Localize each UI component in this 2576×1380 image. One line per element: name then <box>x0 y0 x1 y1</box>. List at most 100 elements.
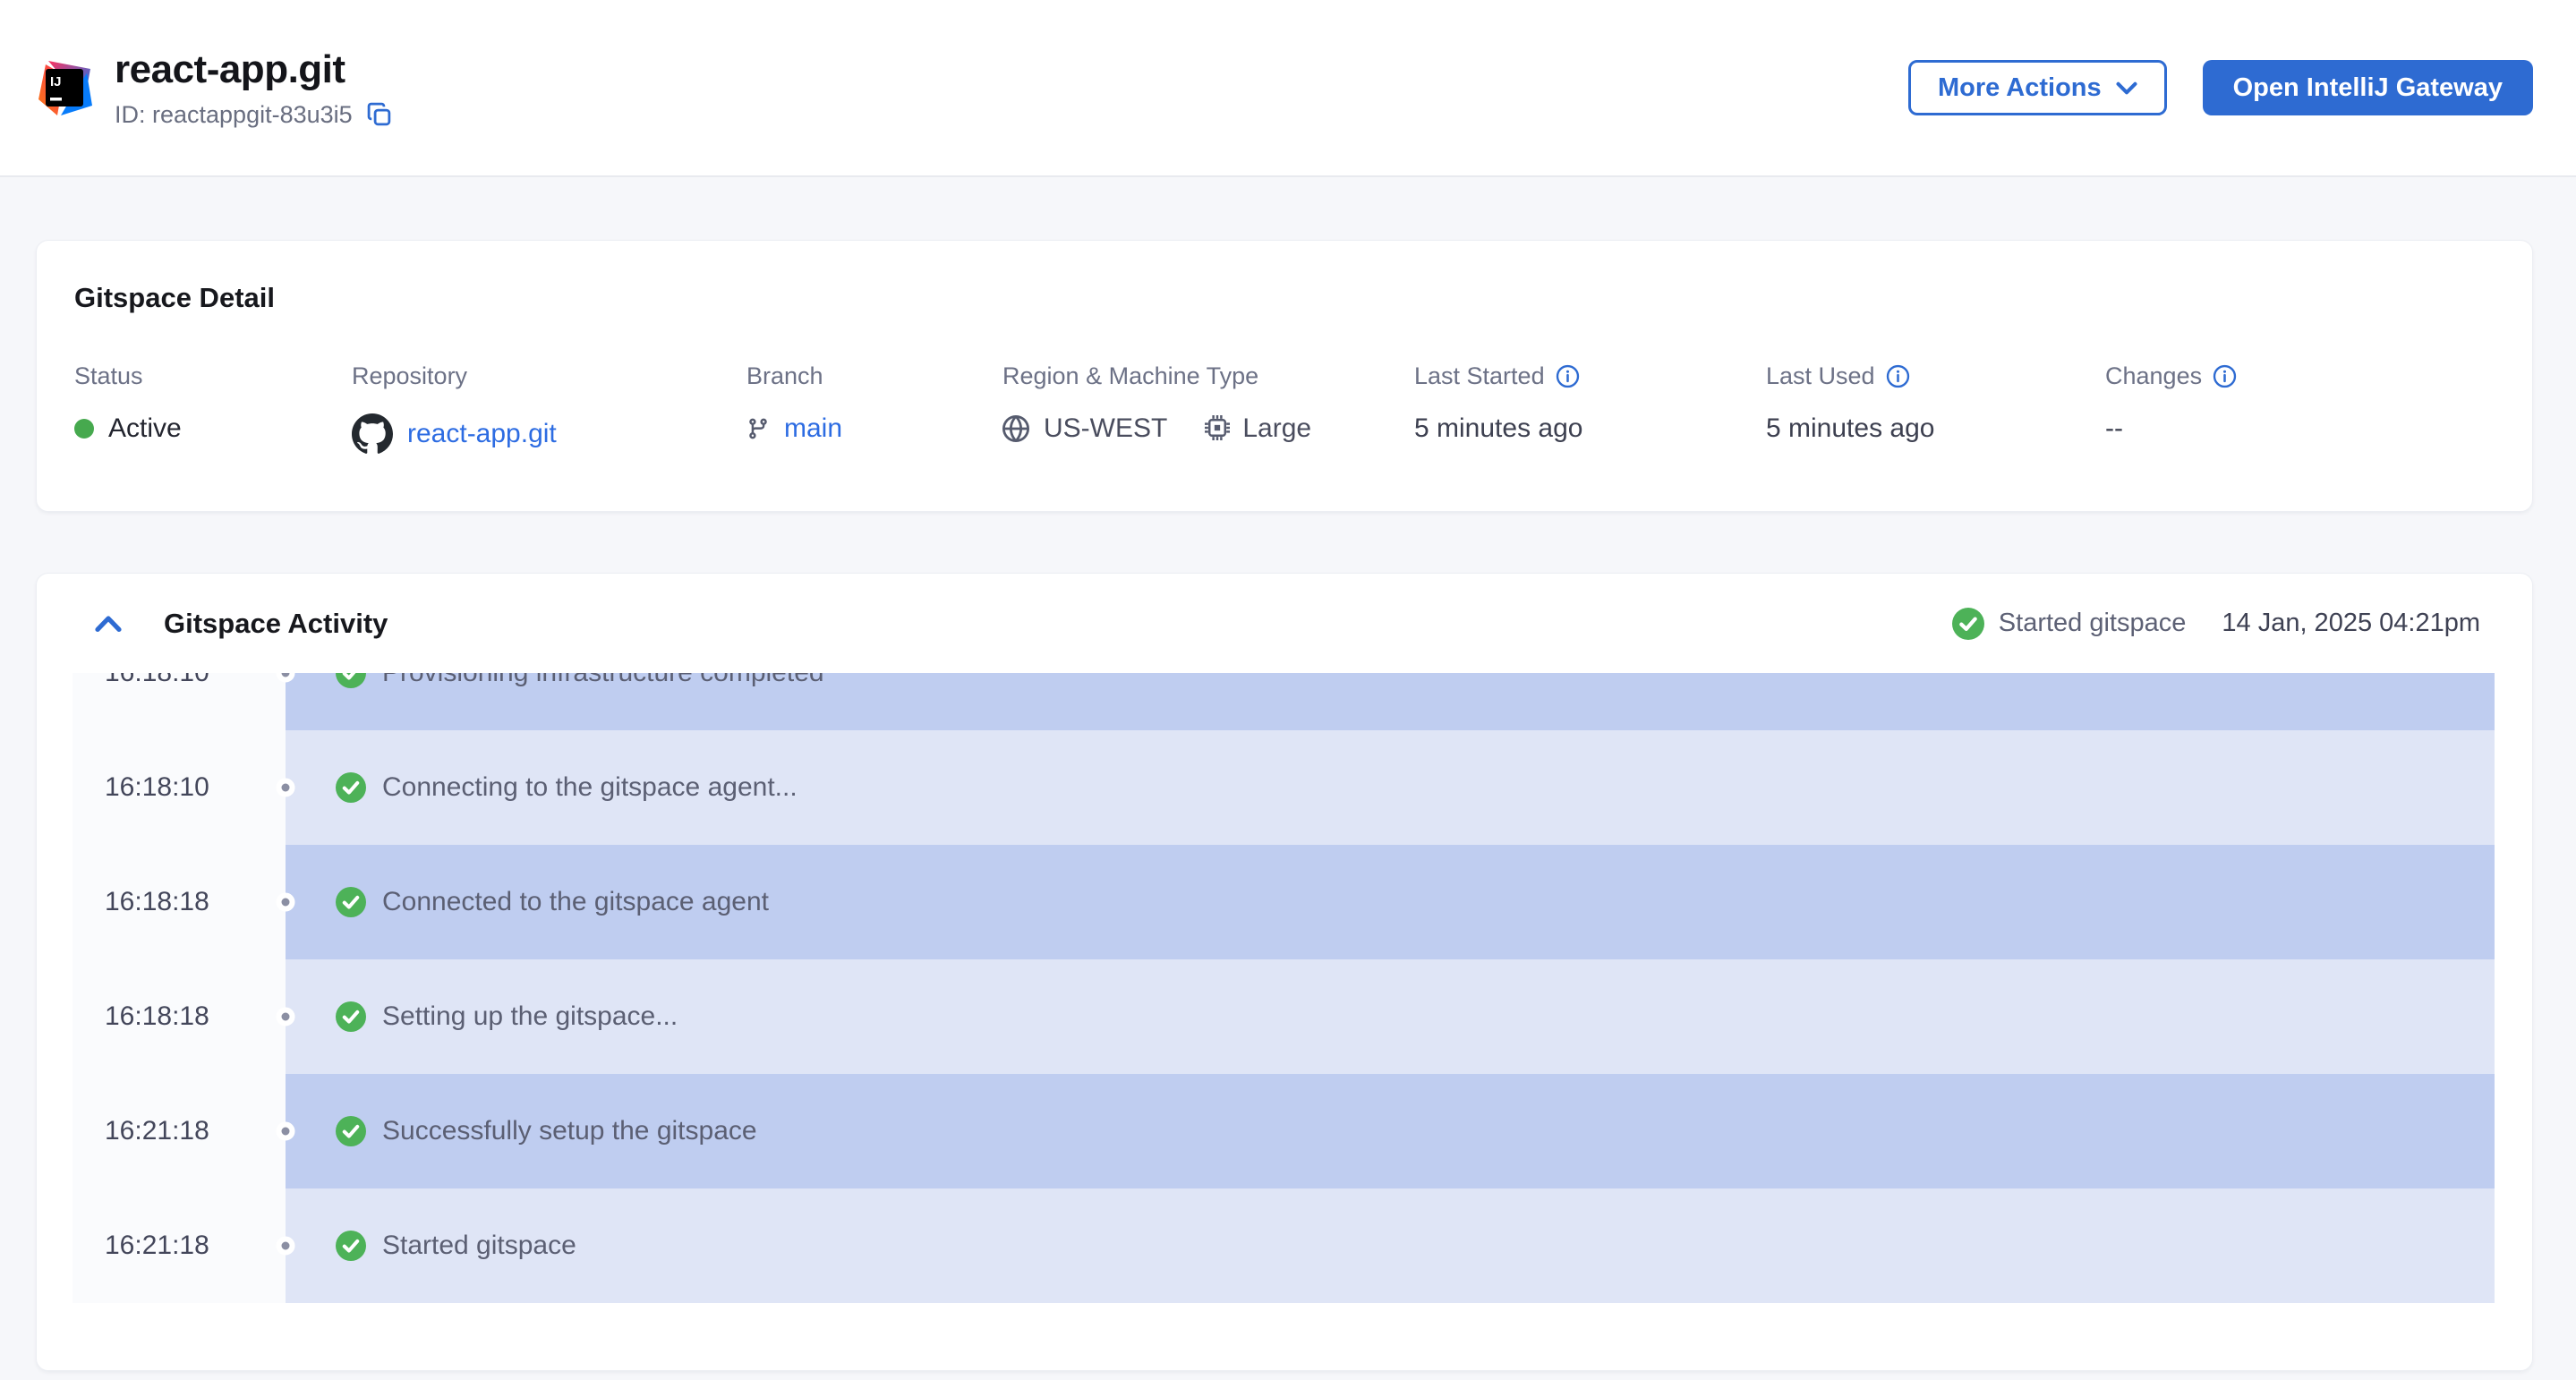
region-machine-label: Region & Machine Type <box>1002 362 1414 390</box>
check-circle-icon <box>1952 608 1984 640</box>
field-last-used: Last Used 5 minutes ago <box>1766 362 2105 444</box>
log-time: 16:18:18 <box>73 845 286 959</box>
gitspace-detail-card: Gitspace Detail Status Active Repository… <box>36 240 2533 512</box>
chevron-down-icon <box>2116 73 2137 103</box>
latest-event-time: 14 Jan, 2025 04:21pm <box>2222 609 2480 638</box>
log-message: Connecting to the gitspace agent... <box>286 730 2495 845</box>
cpu-icon <box>1205 415 1232 442</box>
machine-part: Large <box>1205 413 1311 444</box>
title-block: react-app.git ID: reactappgit-83u3i5 <box>115 47 392 129</box>
log-message-text: Connected to the gitspace agent <box>382 887 769 917</box>
repository-link[interactable]: react-app.git <box>407 419 557 449</box>
detail-card-title: Gitspace Detail <box>74 282 2495 314</box>
timeline-dot-icon <box>277 1237 295 1256</box>
log-message-text: Successfully setup the gitspace <box>382 1116 757 1146</box>
log-message-text: Provisioning infrastructure completed <box>382 673 824 688</box>
check-circle-icon <box>336 1001 366 1032</box>
header-actions: More Actions Open IntelliJ Gateway <box>1908 60 2533 115</box>
field-repository: Repository react-app.git <box>352 362 746 455</box>
last-used-value: 5 minutes ago <box>1766 413 2105 444</box>
changes-value: -- <box>2105 413 2495 444</box>
activity-latest-status: Started gitspace 14 Jan, 2025 04:21pm <box>1952 608 2480 640</box>
last-used-label: Last Used <box>1766 362 2105 390</box>
log-message: Started gitspace <box>286 1188 2495 1303</box>
git-branch-icon <box>746 417 770 440</box>
activity-header: Gitspace Activity Started gitspace 14 Ja… <box>37 574 2532 673</box>
log-row: 16:18:18 Connected to the gitspace agent <box>73 845 2495 959</box>
repository-label: Repository <box>352 362 746 390</box>
status-value: Active <box>74 413 352 444</box>
changes-label: Changes <box>2105 362 2495 390</box>
log-row: 16:18:18 Setting up the gitspace... <box>73 959 2495 1074</box>
region-text: US-WEST <box>1044 413 1167 444</box>
last-started-label-text: Last Started <box>1414 362 1545 390</box>
log-time: 16:18:10 <box>73 730 286 845</box>
activity-title: Gitspace Activity <box>164 608 388 640</box>
timeline-dot-icon <box>277 779 295 797</box>
changes-label-text: Changes <box>2105 362 2202 390</box>
info-icon[interactable] <box>1886 364 1910 388</box>
gitspace-id: ID: reactappgit-83u3i5 <box>115 101 353 129</box>
field-branch: Branch main <box>746 362 1002 444</box>
gitspace-activity-card: Gitspace Activity Started gitspace 14 Ja… <box>36 573 2533 1371</box>
log-message-text: Setting up the gitspace... <box>382 1001 678 1032</box>
gitspace-id-row: ID: reactappgit-83u3i5 <box>115 101 392 129</box>
branch-value: main <box>746 413 1002 444</box>
log-message-text: Connecting to the gitspace agent... <box>382 772 798 803</box>
page-header: IJ react-app.git ID: reactappgit-83u3i5 … <box>0 0 2576 177</box>
timeline-dot-icon <box>277 1008 295 1026</box>
copy-icon[interactable] <box>367 102 392 127</box>
timeline-dot-icon <box>277 1122 295 1141</box>
log-time: 16:18:18 <box>73 959 286 1074</box>
detail-fields: Status Active Repository react-app.git B… <box>74 362 2495 455</box>
last-started-value: 5 minutes ago <box>1414 413 1766 444</box>
status-dot <box>74 419 94 439</box>
log-time: 16:21:18 <box>73 1074 286 1188</box>
last-used-label-text: Last Used <box>1766 362 1875 390</box>
check-circle-icon <box>336 673 366 688</box>
field-last-started: Last Started 5 minutes ago <box>1414 362 1766 444</box>
latest-event-text: Started gitspace <box>1999 609 2187 638</box>
region-machine-value: US-WEST Large <box>1002 413 1414 444</box>
log-row: 16:21:18 Started gitspace <box>73 1188 2495 1303</box>
activity-log[interactable]: 16:18:10 Provisioning infrastructure com… <box>73 673 2495 1304</box>
log-message-text: Started gitspace <box>382 1231 576 1261</box>
github-icon <box>352 413 393 455</box>
log-row: 16:18:10 Provisioning infrastructure com… <box>73 673 2495 730</box>
info-icon[interactable] <box>1556 364 1580 388</box>
more-actions-button[interactable]: More Actions <box>1908 60 2167 115</box>
last-started-label: Last Started <box>1414 362 1766 390</box>
status-text: Active <box>108 413 182 444</box>
globe-icon <box>1002 415 1029 442</box>
log-time: 16:21:18 <box>73 1188 286 1303</box>
log-message: Connected to the gitspace agent <box>286 845 2495 959</box>
status-label: Status <box>74 362 352 390</box>
main-content: Gitspace Detail Status Active Repository… <box>0 177 2576 1371</box>
svg-text:IJ: IJ <box>50 74 62 89</box>
check-circle-icon <box>336 887 366 917</box>
log-row: 16:21:18 Successfully setup the gitspace <box>73 1074 2495 1188</box>
field-changes: Changes -- <box>2105 362 2495 444</box>
field-region-machine: Region & Machine Type US-WEST Large <box>1002 362 1414 444</box>
log-message: Provisioning infrastructure completed <box>286 673 2495 730</box>
field-status: Status Active <box>74 362 352 444</box>
intellij-logo: IJ <box>36 59 93 116</box>
check-circle-icon <box>336 1231 366 1261</box>
check-circle-icon <box>336 1116 366 1146</box>
header-left: IJ react-app.git ID: reactappgit-83u3i5 <box>36 47 392 129</box>
log-message: Setting up the gitspace... <box>286 959 2495 1074</box>
log-row: 16:18:10 Connecting to the gitspace agen… <box>73 730 2495 845</box>
branch-link[interactable]: main <box>784 413 842 444</box>
log-message: Successfully setup the gitspace <box>286 1074 2495 1188</box>
branch-label: Branch <box>746 362 1002 390</box>
open-intellij-gateway-button[interactable]: Open IntelliJ Gateway <box>2203 60 2533 115</box>
page-title: react-app.git <box>115 47 392 92</box>
check-circle-icon <box>336 772 366 803</box>
chevron-up-icon[interactable] <box>94 614 123 634</box>
more-actions-label: More Actions <box>1938 73 2102 103</box>
info-icon[interactable] <box>2213 364 2237 388</box>
machine-text: Large <box>1242 413 1311 444</box>
log-time: 16:18:10 <box>73 673 286 730</box>
repository-value: react-app.git <box>352 413 746 455</box>
timeline-dot-icon <box>277 893 295 912</box>
